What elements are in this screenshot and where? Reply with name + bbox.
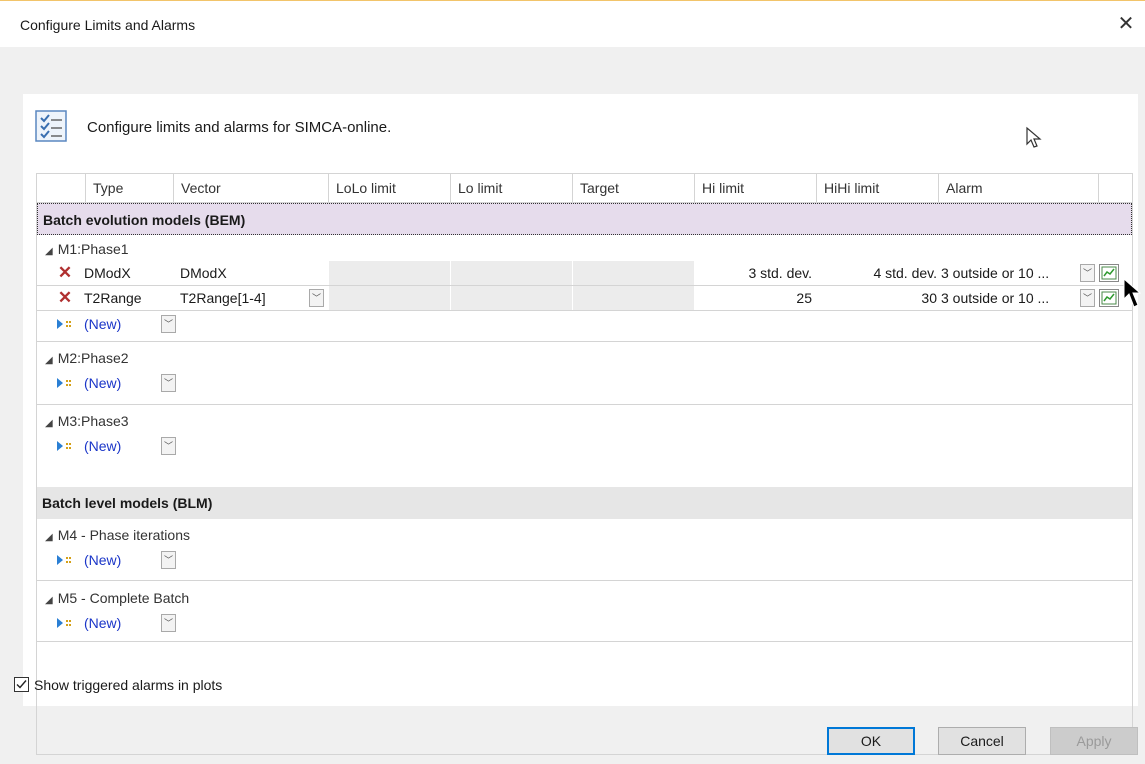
apply-button[interactable]: Apply: [1050, 727, 1138, 755]
new-row-icon: [57, 555, 71, 565]
cell-lo[interactable]: [451, 286, 572, 310]
cell-hi[interactable]: 3 std. dev.: [695, 261, 816, 285]
new-item-link[interactable]: (New): [84, 312, 121, 336]
cell-hihi[interactable]: 30: [817, 286, 938, 310]
delete-icon[interactable]: ✕: [55, 261, 75, 285]
content-panel: Configure limits and alarms for SIMCA-on…: [23, 94, 1138, 755]
close-icon[interactable]: ✕: [1113, 11, 1139, 37]
collapse-triangle-icon[interactable]: ◢: [45, 246, 53, 257]
line-chart-icon: [1101, 291, 1117, 305]
alarm-dropdown-chevron-icon[interactable]: ﹀: [1080, 264, 1095, 282]
table-row-dmodx[interactable]: ✕ DModX DModX 3 std. dev. 4 std. dev. 3 …: [37, 261, 1132, 285]
cell-vector[interactable]: T2Range[1-4]: [180, 286, 305, 310]
section-blm[interactable]: Batch level models (BLM): [37, 487, 1132, 519]
cell-target[interactable]: [573, 261, 694, 285]
dialog-header-text: Configure limits and alarms for SIMCA-on…: [87, 119, 392, 136]
new-item-link[interactable]: (New): [84, 611, 121, 635]
cell-vector[interactable]: DModX: [180, 261, 328, 285]
line-chart-icon: [1101, 266, 1117, 280]
collapse-triangle-icon[interactable]: ◢: [45, 418, 53, 429]
section-bem[interactable]: Batch evolution models (BEM): [37, 203, 1132, 235]
cell-lolo[interactable]: [329, 286, 450, 310]
group-m5-name: M5 - Complete Batch: [57, 590, 190, 606]
column-vector-header[interactable]: Vector: [173, 174, 328, 202]
new-row-icon: [57, 618, 71, 628]
group-m3-label[interactable]: ◢ M3:Phase3: [45, 413, 129, 429]
group-divider: [37, 404, 1132, 405]
cell-hihi[interactable]: 4 std. dev.: [817, 261, 938, 285]
column-target-header[interactable]: Target: [572, 174, 694, 202]
cell-lolo[interactable]: [329, 261, 450, 285]
cell-alarm[interactable]: 3 outside or 10 ...: [941, 261, 1079, 285]
delete-icon[interactable]: ✕: [55, 286, 75, 310]
checklist-icon: [35, 110, 67, 142]
new-item-link[interactable]: (New): [84, 548, 121, 572]
limits-grid: Type Vector LoLo limit Lo limit Target H…: [36, 173, 1133, 755]
new-row-m4[interactable]: (New) ﹀: [37, 548, 1132, 572]
collapse-triangle-icon[interactable]: ◢: [45, 532, 53, 543]
grid-bottom-divider: [37, 641, 1132, 642]
vector-dropdown-chevron-icon[interactable]: ﹀: [309, 289, 324, 307]
collapse-triangle-icon[interactable]: ◢: [45, 355, 53, 366]
new-row-icon: [57, 319, 71, 329]
column-hi-header[interactable]: Hi limit: [694, 174, 816, 202]
new-dropdown-chevron-icon[interactable]: ﹀: [161, 315, 176, 333]
row-divider: [37, 310, 1132, 311]
new-item-link[interactable]: (New): [84, 434, 121, 458]
group-m2-label[interactable]: ◢ M2:Phase2: [45, 350, 129, 366]
group-m5-label[interactable]: ◢ M5 - Complete Batch: [45, 590, 189, 606]
column-extra-header: [1098, 174, 1132, 202]
cancel-button[interactable]: Cancel: [938, 727, 1026, 755]
cell-lo[interactable]: [451, 261, 572, 285]
column-lo-header[interactable]: Lo limit: [450, 174, 572, 202]
group-divider: [37, 341, 1132, 342]
alarm-plot-button[interactable]: [1099, 264, 1119, 282]
grid-header-row: Type Vector LoLo limit Lo limit Target H…: [37, 174, 1132, 203]
cell-alarm[interactable]: 3 outside or 10 ...: [941, 286, 1079, 310]
group-m1-label[interactable]: ◢ M1:Phase1: [45, 241, 129, 257]
checkmark-icon: [16, 680, 27, 689]
column-alarm-header[interactable]: Alarm: [938, 174, 1098, 202]
group-divider: [37, 580, 1132, 581]
new-row-m1[interactable]: (New) ﹀: [37, 312, 1132, 336]
new-row-m2[interactable]: (New) ﹀: [37, 371, 1132, 395]
new-row-m5[interactable]: (New) ﹀: [37, 611, 1132, 635]
alarm-dropdown-chevron-icon[interactable]: ﹀: [1080, 289, 1095, 307]
cell-hi[interactable]: 25: [695, 286, 816, 310]
arrow-pointer-icon: [1123, 277, 1142, 308]
new-item-link[interactable]: (New): [84, 371, 121, 395]
show-alarms-checkbox[interactable]: [14, 677, 29, 692]
group-m3-name: M3:Phase3: [57, 413, 129, 429]
column-type-header[interactable]: Type: [85, 174, 173, 202]
alarm-plot-button[interactable]: [1099, 289, 1119, 307]
show-alarms-label[interactable]: Show triggered alarms in plots: [34, 677, 222, 693]
collapse-triangle-icon[interactable]: ◢: [45, 595, 53, 606]
new-dropdown-chevron-icon[interactable]: ﹀: [161, 437, 176, 455]
new-row-icon: [57, 378, 71, 388]
new-dropdown-chevron-icon[interactable]: ﹀: [161, 551, 176, 569]
window-title: Configure Limits and Alarms: [20, 17, 196, 33]
group-m1-name: M1:Phase1: [57, 241, 129, 257]
group-m4-name: M4 - Phase iterations: [57, 527, 190, 543]
group-m4-label[interactable]: ◢ M4 - Phase iterations: [45, 527, 190, 543]
ok-button[interactable]: OK: [827, 727, 915, 755]
column-hihi-header[interactable]: HiHi limit: [816, 174, 938, 202]
group-m2-name: M2:Phase2: [57, 350, 129, 366]
new-dropdown-chevron-icon[interactable]: ﹀: [161, 374, 176, 392]
new-row-m3[interactable]: (New) ﹀: [37, 434, 1132, 458]
title-bar: Configure Limits and Alarms ✕: [0, 1, 1145, 47]
cell-type[interactable]: DModX: [84, 261, 173, 285]
column-lolo-header[interactable]: LoLo limit: [328, 174, 450, 202]
cell-type[interactable]: T2Range: [84, 286, 173, 310]
mouse-pointer-icon: [1026, 126, 1042, 148]
new-dropdown-chevron-icon[interactable]: ﹀: [161, 614, 176, 632]
table-row-t2range[interactable]: ✕ T2Range T2Range[1-4] ﹀ 25 30 3 outside…: [37, 286, 1132, 310]
cell-target[interactable]: [573, 286, 694, 310]
new-row-icon: [57, 441, 71, 451]
